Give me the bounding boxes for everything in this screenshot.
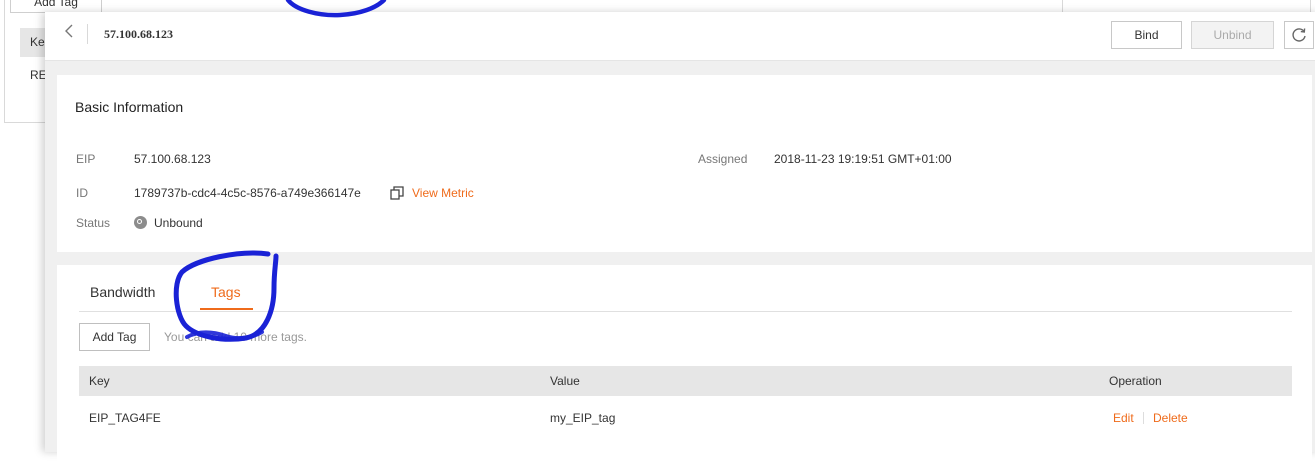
active-tab-indicator xyxy=(200,308,253,310)
tags-card: Bandwidth Tags Add Tag You can add 10 mo… xyxy=(57,265,1312,465)
tag-value-cell: my_EIP_tag xyxy=(550,411,616,425)
edit-link[interactable]: Edit xyxy=(1113,411,1134,425)
tabs-divider xyxy=(79,311,1292,312)
status-value: Unbound xyxy=(154,216,203,230)
unbind-button[interactable]: Unbind xyxy=(1191,21,1274,49)
delete-link[interactable]: Delete xyxy=(1153,411,1188,425)
basic-information-card: Basic Information EIP 57.100.68.123 Assi… xyxy=(57,75,1312,252)
id-label: ID xyxy=(76,186,88,200)
eip-label: EIP xyxy=(76,152,96,166)
view-metric-link[interactable]: View Metric xyxy=(412,186,474,200)
section-title: Basic Information xyxy=(75,99,184,115)
operation-divider xyxy=(1143,412,1144,424)
eip-value: 57.100.68.123 xyxy=(134,152,211,166)
column-header-value: Value xyxy=(550,374,580,388)
bind-button[interactable]: Bind xyxy=(1111,21,1182,49)
copy-icon[interactable] xyxy=(390,186,404,200)
background-divider xyxy=(1062,0,1063,12)
assigned-value: 2018-11-23 19:19:51 GMT+01:00 xyxy=(774,152,952,166)
status-unbound-icon xyxy=(134,216,147,229)
tags-hint: You can add 10 more tags. xyxy=(164,330,307,344)
chevron-left-icon[interactable] xyxy=(59,22,79,46)
drawer-header: 57.100.68.123 Bind Unbind xyxy=(45,12,1315,61)
table-header: Key Value Operation xyxy=(79,366,1292,396)
add-tag-button[interactable]: Add Tag xyxy=(79,323,150,351)
column-header-operation: Operation xyxy=(1109,374,1162,388)
tag-key-cell: EIP_TAG4FE xyxy=(89,411,161,425)
eip-detail-drawer: 57.100.68.123 Bind Unbind Basic Informat… xyxy=(45,12,1315,465)
page-title: 57.100.68.123 xyxy=(104,27,173,41)
column-header-key: Key xyxy=(89,374,110,388)
id-value: 1789737b-cdc4-4c5c-8576-a749e366147e xyxy=(134,186,361,200)
tab-bandwidth[interactable]: Bandwidth xyxy=(90,284,155,300)
status-label: Status xyxy=(76,216,111,230)
assigned-label: Assigned xyxy=(698,152,748,166)
header-divider xyxy=(87,24,88,44)
refresh-icon[interactable] xyxy=(1284,21,1314,49)
tab-tags[interactable]: Tags xyxy=(211,284,241,300)
